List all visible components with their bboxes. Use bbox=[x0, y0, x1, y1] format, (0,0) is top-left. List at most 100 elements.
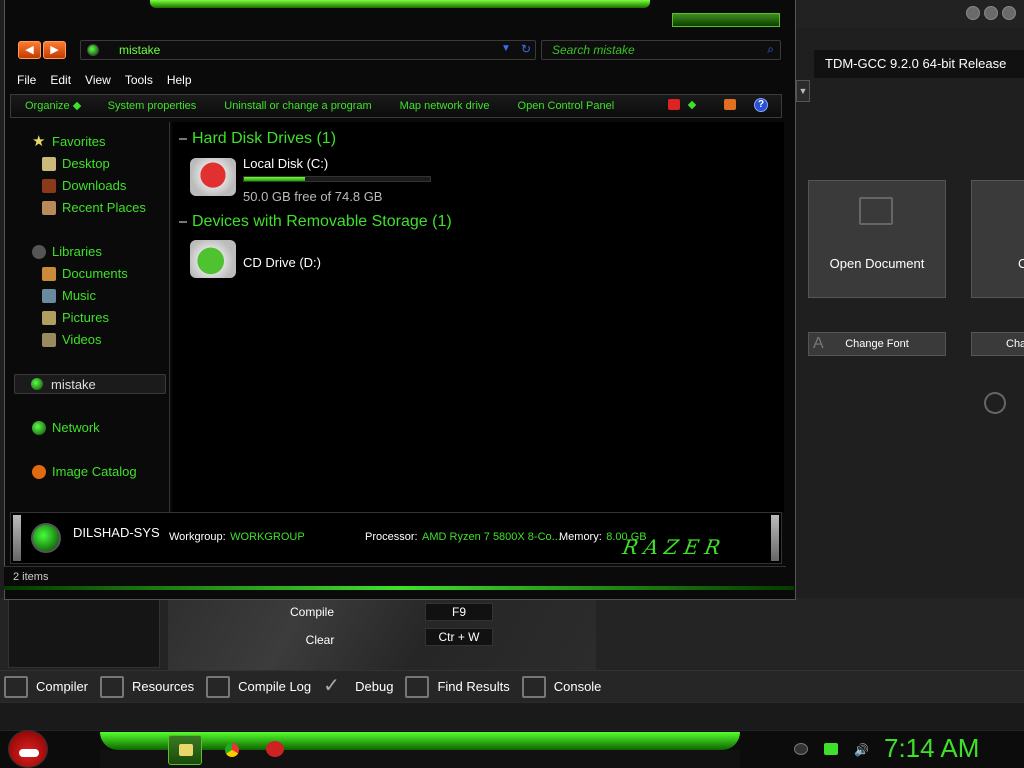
search-icon[interactable]: ⌕ bbox=[767, 42, 774, 57]
tab-debug[interactable]: ✓ Debug bbox=[319, 672, 401, 702]
preview-pane-icon[interactable] bbox=[724, 99, 736, 110]
address-text: mistake bbox=[119, 43, 161, 57]
item-count: 2 items bbox=[13, 571, 49, 583]
sidebar-item-pictures[interactable]: Pictures bbox=[42, 310, 109, 325]
tab-console[interactable]: Console bbox=[518, 672, 610, 702]
title-glow bbox=[150, 0, 650, 8]
computer-name: DILSHAD-SYS bbox=[73, 525, 160, 540]
back-button[interactable]: ◀ bbox=[18, 41, 41, 59]
details-border-right bbox=[771, 515, 779, 561]
documents-icon bbox=[42, 266, 56, 281]
sidebar-item-music[interactable]: Music bbox=[42, 288, 96, 303]
volume-icon[interactable]: 🔊 bbox=[854, 743, 869, 757]
pictures-icon bbox=[42, 310, 56, 325]
address-bar[interactable]: mistake ▼ ↻ bbox=[80, 40, 536, 60]
search-placeholder: Search mistake bbox=[552, 43, 635, 57]
workgroup-info: Workgroup: WORKGROUP bbox=[169, 531, 305, 543]
music-icon bbox=[42, 288, 56, 303]
change-font-button[interactable]: A Change Font bbox=[808, 332, 946, 356]
cd-drive-icon[interactable] bbox=[190, 240, 236, 278]
taskbar-explorer[interactable] bbox=[168, 735, 202, 765]
sidebar-item-recent-places[interactable]: Recent Places bbox=[42, 200, 146, 215]
computer-orb-icon bbox=[87, 44, 99, 56]
chrome-icon bbox=[225, 743, 239, 757]
local-disk-icon[interactable] bbox=[190, 158, 236, 196]
menu-edit[interactable]: Edit bbox=[50, 73, 71, 87]
star-icon: ★ bbox=[32, 132, 46, 150]
sidebar-item-network[interactable]: Network bbox=[32, 420, 100, 435]
shortcut-label: Compile bbox=[289, 605, 334, 619]
tab-find-results[interactable]: Find Results bbox=[401, 672, 517, 702]
details-pane: DILSHAD-SYS Workgroup: WORKGROUP Process… bbox=[10, 512, 782, 564]
minimize-icon[interactable] bbox=[966, 6, 980, 20]
sidebar-item-documents[interactable]: Documents bbox=[42, 266, 128, 281]
status-bar: 2 items bbox=[4, 566, 786, 588]
sidebar-item-videos[interactable]: Videos bbox=[42, 332, 102, 347]
search-box[interactable]: Search mistake ⌕ bbox=[541, 40, 781, 60]
devcpp-icon bbox=[266, 741, 284, 757]
uninstall-program-button[interactable]: Uninstall or change a program bbox=[224, 100, 371, 112]
sidebar-item-favorites[interactable]: ★ Favorites bbox=[32, 132, 105, 150]
compiler-dropdown[interactable]: ▼ bbox=[796, 80, 810, 102]
content-pane: Hard Disk Drives (1) Local Disk (C:) 50.… bbox=[172, 122, 784, 512]
view-options-icon[interactable] bbox=[668, 99, 680, 110]
maximize-icon[interactable] bbox=[984, 6, 998, 20]
tab-compile-log[interactable]: Compile Log bbox=[202, 672, 319, 702]
local-disk-name[interactable]: Local Disk (C:) bbox=[243, 156, 328, 171]
image-catalog-icon bbox=[32, 464, 46, 479]
sidebar-item-libraries[interactable]: Libraries bbox=[32, 244, 102, 259]
processor-value: AMD Ryzen 7 5800X 8-Co... bbox=[422, 531, 561, 543]
tab-compiler[interactable]: Compiler bbox=[0, 672, 96, 702]
ide-titlebar bbox=[796, 0, 1024, 28]
monitor-icon[interactable] bbox=[824, 743, 838, 755]
grid-icon bbox=[4, 675, 28, 698]
lower-decoration bbox=[168, 598, 596, 670]
tile-partial[interactable]: C bbox=[971, 180, 1024, 298]
processor-info: Processor: AMD Ryzen 7 5800X 8-Co... bbox=[365, 531, 561, 543]
cd-drive-name[interactable]: CD Drive (D:) bbox=[243, 255, 321, 270]
sidebar-item-image-catalog[interactable]: Image Catalog bbox=[32, 464, 137, 479]
organize-button[interactable]: Organize bbox=[25, 100, 81, 112]
chevron-down-icon[interactable]: ▼ bbox=[501, 43, 511, 54]
help-icon[interactable]: ? bbox=[754, 98, 768, 112]
shortcut-key[interactable]: F9 bbox=[425, 603, 493, 621]
tab-resources[interactable]: Resources bbox=[96, 672, 202, 702]
refresh-icon[interactable]: ↻ bbox=[521, 42, 531, 56]
close-icon[interactable] bbox=[1002, 6, 1016, 20]
videos-icon bbox=[42, 332, 56, 347]
ide-statusbar bbox=[0, 702, 1024, 730]
details-border-left bbox=[13, 515, 21, 561]
start-button[interactable] bbox=[8, 730, 48, 768]
collapse-icon bbox=[179, 220, 187, 223]
group-removable-storage[interactable]: Devices with Removable Storage (1) bbox=[179, 213, 452, 231]
workgroup-value: WORKGROUP bbox=[230, 531, 305, 543]
taskbar-clock[interactable]: 7:14 AM bbox=[884, 731, 994, 765]
group-hard-disk-drives[interactable]: Hard Disk Drives (1) bbox=[179, 130, 336, 148]
navigation-pane: ★ Favorites Desktop Downloads Recent Pla… bbox=[10, 122, 170, 512]
caption-buttons[interactable] bbox=[672, 13, 780, 27]
sidebar-item-desktop[interactable]: Desktop bbox=[42, 156, 110, 171]
sidebar-item-downloads[interactable]: Downloads bbox=[42, 178, 126, 193]
sidebar-item-mistake[interactable]: mistake bbox=[14, 374, 166, 394]
menu-tools[interactable]: Tools bbox=[125, 73, 153, 87]
computer-icon bbox=[31, 523, 61, 553]
system-properties-button[interactable]: System properties bbox=[108, 100, 197, 112]
change-button-partial[interactable]: Cha bbox=[971, 332, 1024, 356]
menu-view[interactable]: View bbox=[85, 73, 111, 87]
tray-arrow-icon[interactable] bbox=[794, 743, 808, 755]
taskbar-chrome[interactable] bbox=[215, 735, 249, 765]
map-network-drive-button[interactable]: Map network drive bbox=[400, 100, 490, 112]
font-icon: A bbox=[813, 335, 824, 352]
console-icon bbox=[521, 675, 546, 698]
tile-label: Open Document bbox=[829, 256, 925, 271]
razer-logo: RAZER bbox=[620, 535, 729, 559]
taskbar-devcpp[interactable] bbox=[258, 735, 292, 765]
command-bar: Organize System properties Uninstall or … bbox=[10, 94, 782, 118]
forward-button[interactable]: ▶ bbox=[43, 41, 66, 59]
open-document-tile[interactable]: Open Document bbox=[808, 180, 946, 298]
open-control-panel-button[interactable]: Open Control Panel bbox=[518, 100, 615, 112]
menu-file[interactable]: File bbox=[17, 73, 36, 87]
shortcut-key[interactable]: Ctr + W bbox=[425, 628, 493, 646]
menu-help[interactable]: Help bbox=[167, 73, 192, 87]
chart-icon bbox=[206, 675, 231, 698]
